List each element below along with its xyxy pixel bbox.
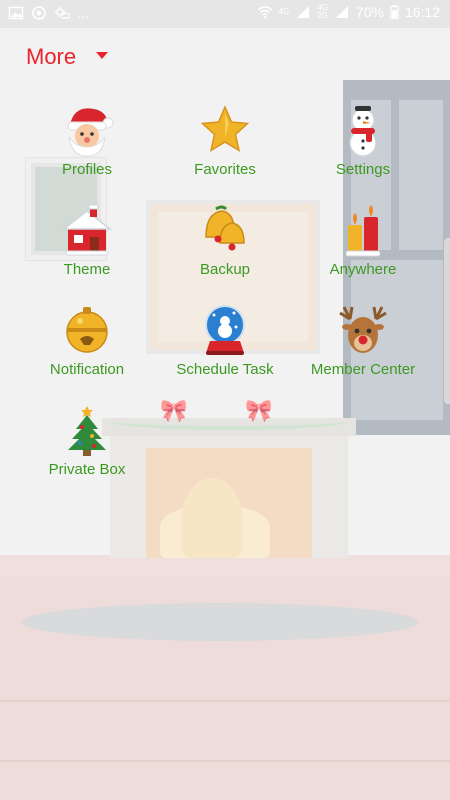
menu-item-anywhere[interactable]: Anywhere xyxy=(293,203,433,278)
menu-item-schedule-task[interactable]: Schedule Task xyxy=(155,303,295,378)
menu-item-favorites[interactable]: Favorites xyxy=(155,103,295,178)
jingle-bell-icon xyxy=(66,307,108,353)
menu-item-label: Notification xyxy=(49,361,125,378)
star-icon xyxy=(200,105,250,153)
menu-item-backup[interactable]: Backup xyxy=(155,203,295,278)
signal-icon xyxy=(297,6,310,18)
menu-item-settings[interactable]: Settings xyxy=(293,103,433,178)
wifi-icon xyxy=(257,6,273,19)
menu-item-label: Favorites xyxy=(194,161,256,178)
santa-icon xyxy=(67,108,114,157)
menu-item-label: Settings xyxy=(335,161,391,178)
bells-icon xyxy=(205,205,245,251)
dropdown-arrow-icon xyxy=(96,51,109,59)
menu-item-label: Backup xyxy=(199,261,251,278)
image-icon xyxy=(8,6,24,20)
page-title: More xyxy=(26,44,77,69)
house-icon xyxy=(61,204,113,256)
menu-item-label: Anywhere xyxy=(329,261,397,278)
more-notifications-indicator: ... xyxy=(77,5,89,21)
menu-item-label: Theme xyxy=(63,261,111,278)
menu-item-profiles[interactable]: Profiles xyxy=(17,103,157,178)
more-dropdown[interactable]: More xyxy=(26,44,109,70)
snowman-icon xyxy=(349,106,377,157)
menu-item-notification[interactable]: Notification xyxy=(17,303,157,378)
network-type-b: 2G xyxy=(317,11,328,20)
snow-globe-icon xyxy=(205,305,245,355)
sync-icon xyxy=(32,6,46,20)
clock: 16:12 xyxy=(404,4,440,20)
status-bar: ... 4G 4G 2G 70% 16:12 xyxy=(0,0,450,28)
reindeer-icon xyxy=(339,306,387,353)
network-type-label: 4G xyxy=(278,7,290,16)
battery-percent: 70% xyxy=(355,4,384,20)
menu-item-theme[interactable]: Theme xyxy=(17,203,157,278)
weather-icon xyxy=(54,6,70,19)
menu-item-label: Member Center xyxy=(310,361,416,378)
christmas-tree-icon xyxy=(68,406,106,456)
menu-item-private-box[interactable]: Private Box xyxy=(17,403,157,478)
menu-item-label: Private Box xyxy=(48,461,126,478)
battery-icon xyxy=(390,5,399,19)
menu-item-label: Schedule Task xyxy=(176,361,274,378)
signal-icon-2 xyxy=(335,6,348,18)
candles-icon xyxy=(345,205,381,257)
menu-item-label: Profiles xyxy=(61,161,113,178)
menu-item-member-center[interactable]: Member Center xyxy=(293,303,433,378)
edge-panel-handle[interactable] xyxy=(444,238,450,404)
